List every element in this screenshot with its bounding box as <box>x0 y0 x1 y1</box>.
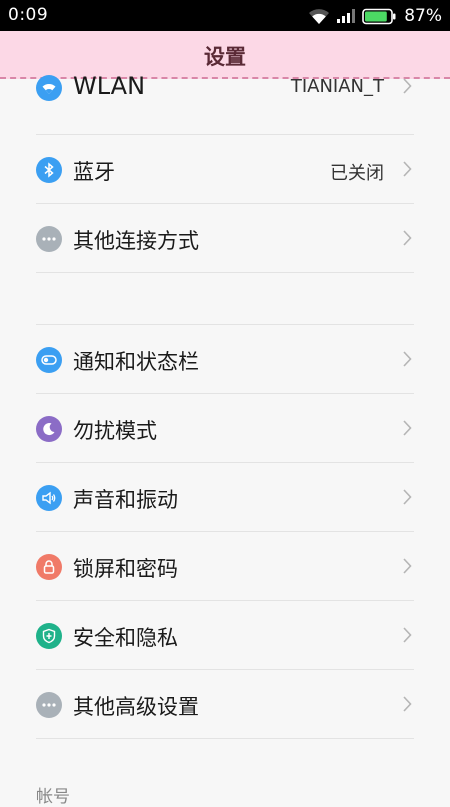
settings-item-label: 声音和振动 <box>73 488 178 512</box>
bluetooth-value: 已关闭 <box>330 163 384 184</box>
settings-item-lock-screen[interactable]: 锁屏和密码 <box>36 532 414 601</box>
status-bar: 0:09 87% <box>0 0 450 31</box>
section-header-account: 帐号 <box>36 787 70 807</box>
settings-item-do-not-disturb[interactable]: 勿扰模式 <box>36 394 414 463</box>
battery-icon <box>362 8 396 24</box>
toggle-icon <box>36 347 62 373</box>
chevron-right-icon <box>403 230 412 246</box>
settings-item-label: 勿扰模式 <box>73 419 157 443</box>
chevron-right-icon <box>403 627 412 643</box>
wifi-signal-icon <box>309 9 330 24</box>
lock-icon <box>36 554 62 580</box>
settings-item-label: 其他高级设置 <box>73 695 199 719</box>
settings-item-label: 蓝牙 <box>73 160 115 184</box>
settings-item-bluetooth[interactable]: 蓝牙 已关闭 <box>36 135 414 204</box>
settings-item-other-connections[interactable]: 其他连接方式 <box>36 204 414 273</box>
chevron-right-icon <box>403 161 412 177</box>
settings-item-label: 安全和隐私 <box>73 626 178 650</box>
bluetooth-icon <box>36 157 62 183</box>
settings-item-label: 通知和状态栏 <box>73 350 199 374</box>
shield-icon <box>36 623 62 649</box>
status-time: 0:09 <box>8 5 49 25</box>
section-divider <box>36 273 414 325</box>
chevron-right-icon <box>403 489 412 505</box>
settings-item-label: 其他连接方式 <box>73 229 199 253</box>
more-icon <box>36 692 62 718</box>
moon-icon <box>36 416 62 442</box>
settings-item-label: WLAN <box>73 72 146 100</box>
wlan-value: TIANIAN_T <box>290 76 384 97</box>
chevron-right-icon <box>403 78 412 94</box>
chevron-right-icon <box>403 696 412 712</box>
speaker-icon <box>36 485 62 511</box>
cell-signal-icon <box>337 9 356 23</box>
more-icon <box>36 226 62 252</box>
settings-item-sound[interactable]: 声音和振动 <box>36 463 414 532</box>
settings-item-wlan[interactable]: WLAN TIANIAN_T <box>36 66 414 135</box>
chevron-right-icon <box>403 420 412 436</box>
settings-item-notifications[interactable]: 通知和状态栏 <box>36 325 414 394</box>
chevron-right-icon <box>403 351 412 367</box>
status-icons: 87% <box>308 4 442 28</box>
settings-item-label: 锁屏和密码 <box>73 557 178 581</box>
chevron-right-icon <box>403 558 412 574</box>
battery-percentage: 87% <box>404 6 442 26</box>
settings-item-advanced[interactable]: 其他高级设置 <box>36 670 414 739</box>
settings-item-security-privacy[interactable]: 安全和隐私 <box>36 601 414 670</box>
wifi-icon <box>36 75 62 101</box>
